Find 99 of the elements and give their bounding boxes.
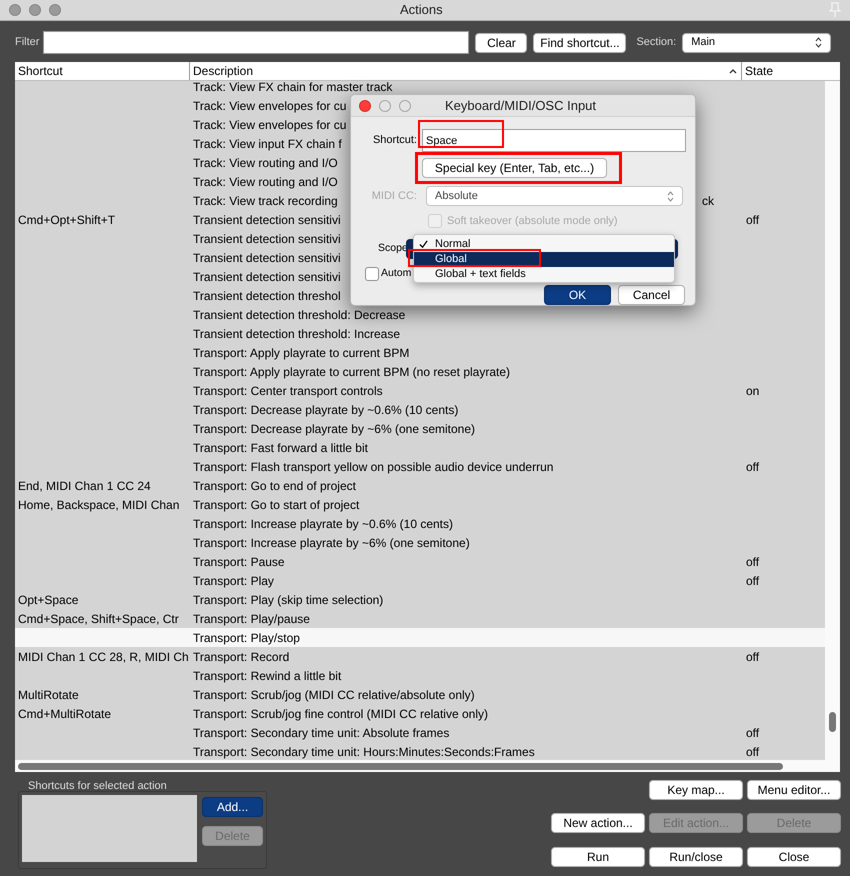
description-text: Transport: Secondary time unit: Absolute frames (193, 724, 450, 742)
description-text: Transport: Pause (193, 554, 285, 570)
shortcut-text: Opt+Space (18, 592, 78, 606)
pin-icon[interactable] (829, 2, 841, 18)
scrollbar-thumb[interactable] (18, 762, 783, 770)
description-text: Track: View envelopes for cu (193, 116, 346, 134)
state-text: off (746, 460, 760, 474)
zoom-button[interactable] (49, 4, 61, 16)
scrollbar-thumb[interactable] (829, 712, 836, 732)
description-text: Transport: Increase playrate by ~0.6% (10 cents) (193, 516, 454, 532)
button[interactable]: Special key (Enter, Tab, etc...) (422, 158, 607, 178)
group-label: Shortcuts for selected action (27, 779, 168, 793)
state-text: off (746, 554, 760, 568)
description-text: Transport: Go to end of project (193, 478, 356, 494)
minimize-button[interactable] (29, 4, 41, 16)
description-text: Transport: Rewind a little bit (193, 668, 342, 684)
checkbox-label: Autom (381, 266, 412, 282)
menu-item[interactable]: Global (414, 252, 674, 267)
description-text: Transport: Scrub/jog fine control (MIDI CC relative only) (193, 706, 488, 722)
checkbox[interactable] (365, 267, 379, 281)
button[interactable]: OK (544, 285, 611, 305)
column-header[interactable]: Shortcut (15, 62, 190, 80)
shortcut-text: Cmd+Opt+Shift+T (18, 212, 116, 226)
state-text: off (746, 726, 760, 740)
filter-label: Filter (15, 35, 40, 50)
description-text: Transport: Apply playrate to current BPM (no reset playrate) (193, 364, 510, 380)
description-text: Transport: Decrease playrate by ~0.6% (10 cents) (193, 402, 458, 418)
button[interactable]: Add... (202, 797, 263, 817)
menu-item[interactable]: Global + text fields (414, 267, 674, 282)
vertical-scrollbar[interactable] (825, 81, 840, 760)
description-text: Transient detection sensitivi (193, 212, 341, 228)
state-text: off (746, 744, 760, 758)
button[interactable]: Close (747, 846, 841, 867)
shortcut-text: End, MIDI Chan 1 CC 24 (18, 478, 151, 492)
description-text: Transport: Scrub/jog (MIDI CC relative/absolute only) (193, 686, 475, 704)
description-text: Track: View routing and I/O (193, 174, 338, 190)
description-text: Transient detection sensitivi (193, 230, 341, 248)
column-header[interactable]: State (742, 62, 774, 80)
description-text: Transport: Play/stop (193, 630, 300, 646)
description-text: Transport: Fast forward a little bit (193, 440, 368, 456)
button[interactable]: Run/close (649, 846, 743, 867)
column-header[interactable]: Description (190, 62, 742, 80)
button[interactable]: New action... (551, 813, 645, 834)
description-text: Transient detection sensitivi (193, 250, 341, 266)
button[interactable]: Clear (475, 32, 528, 52)
description-text: Transport: Secondary time unit: Hours:Minutes:Seconds:Frames (193, 744, 535, 760)
check-icon (419, 240, 428, 249)
shortcut-text: Home, Backspace, MIDI Chan (18, 498, 180, 512)
shortcut-text: Cmd+Space, Shift+Space, Ctr (18, 612, 179, 626)
description-text: Transient detection threshold: Increase (193, 326, 400, 342)
state-text: off (746, 650, 760, 664)
description-text: Transport: Apply playrate to current BPM (193, 344, 410, 362)
description-text: Transport: Go to start of project (193, 496, 360, 514)
shortcut-text: MIDI Chan 1 CC 28, R, MIDI Ch (18, 650, 189, 664)
horizontal-scrollbar[interactable] (15, 760, 840, 772)
state-text: on (746, 384, 760, 398)
zoom-button[interactable] (399, 100, 411, 112)
description-text: Track: View FX chain for master track (193, 81, 392, 96)
button[interactable]: Run (551, 846, 645, 867)
close-button[interactable] (359, 100, 371, 112)
description-text: Transient detection sensitivi (193, 268, 341, 286)
shortcut-text: Cmd+MultiRotate (18, 706, 112, 720)
shortcut-field[interactable]: Space (422, 129, 686, 152)
checkbox-label: Soft takeover (absolute mode only) (447, 214, 618, 229)
updown-icon (667, 190, 674, 202)
dialog-title: Keyboard/MIDI/OSC Input (445, 96, 596, 115)
shortcut-text: MultiRotate (18, 688, 79, 702)
description-text: Track: View track recording (193, 192, 338, 210)
state-text: off (746, 574, 760, 588)
description-text: Transport: Play (193, 572, 274, 590)
description-text: Track: View envelopes for cu (193, 98, 346, 114)
minimize-button[interactable] (379, 100, 391, 112)
button[interactable]: Menu editor... (747, 780, 841, 800)
button[interactable]: Find shortcut... (533, 32, 626, 52)
section-label: Section: (636, 35, 676, 50)
updown-icon (815, 37, 822, 48)
close-button[interactable] (9, 4, 21, 16)
description-text: Transport: Increase playrate by ~6% (one semitone) (193, 534, 470, 552)
state-text: off (746, 212, 760, 226)
description-text: Transport: Play (skip time selection) (193, 592, 384, 608)
description-text: ck (702, 192, 714, 210)
filter-field[interactable] (43, 31, 470, 54)
description-text: Transient detection threshol (193, 288, 341, 304)
description-text: Transport: Record (193, 648, 290, 666)
window-title: Actions (400, 1, 443, 20)
description-text: Transport: Decrease playrate by ~6% (one semitone) (193, 420, 476, 438)
button[interactable]: Cancel (618, 285, 685, 305)
description-text: Transport: Center transport controls (193, 382, 383, 400)
description-text: Transient detection threshold: Decrease (193, 306, 406, 324)
description-text: Track: View routing and I/O (193, 154, 338, 172)
button[interactable]: Key map... (649, 780, 743, 800)
section-select[interactable]: Main (682, 32, 832, 52)
description-text: Transport: Play/pause (193, 610, 310, 628)
field-label: MIDI CC: (370, 188, 417, 204)
table-row[interactable]: Transport: Play/stop (15, 628, 825, 647)
description-text: Transport: Flash transport yellow on possible audio device underrun (193, 458, 554, 476)
field-label: Shortcut: (372, 133, 417, 148)
sort-ascending-icon (729, 68, 737, 74)
description-text: Track: View input FX chain f (193, 136, 342, 152)
